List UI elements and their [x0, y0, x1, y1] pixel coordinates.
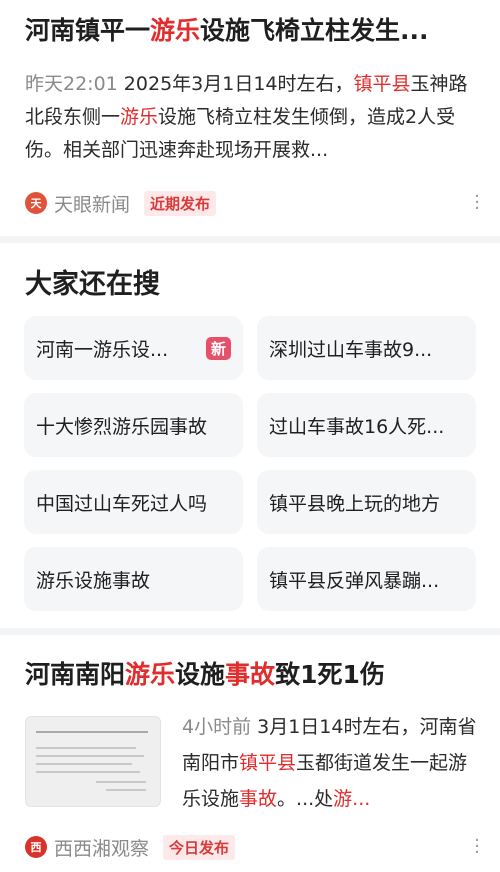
source-name[interactable]: 天眼新闻	[54, 190, 130, 217]
news-time: 4小时前	[182, 716, 252, 738]
related-search-item[interactable]: 过山车事故16人死...	[257, 393, 476, 457]
news-title[interactable]: 河南镇平一游乐设施飞椅立柱发生...	[25, 14, 480, 48]
news-source-row: 西 西西湘观察 今日发布 · · ·	[25, 832, 482, 862]
news-title[interactable]: 河南南阳游乐设施事故致1死1伤	[25, 658, 480, 692]
related-searches-card: 大家还在搜 河南一游乐设... 新 深圳过山车事故9... 十大惨烈游乐园事故 过…	[0, 243, 500, 628]
section-title: 大家还在搜	[25, 269, 160, 300]
more-options-icon[interactable]: · · ·	[472, 832, 482, 862]
news-card-1[interactable]: 河南镇平一游乐设施飞椅立柱发生... 昨天22:01 2025年3月1日14时左…	[0, 0, 500, 236]
related-searches-grid: 河南一游乐设... 新 深圳过山车事故9... 十大惨烈游乐园事故 过山车事故16…	[24, 316, 476, 611]
related-search-item[interactable]: 游乐设施事故	[24, 547, 243, 611]
publish-tag: 近期发布	[144, 190, 217, 216]
related-search-item[interactable]: 河南一游乐设... 新	[24, 316, 243, 380]
news-source-row: 天 天眼新闻 近期发布 · · ·	[25, 188, 482, 218]
more-options-icon[interactable]: · · ·	[472, 188, 482, 218]
related-search-item[interactable]: 镇平县晚上玩的地方	[257, 470, 476, 534]
related-search-item[interactable]: 中国过山车死过人吗	[24, 470, 243, 534]
news-thumbnail[interactable]	[25, 716, 161, 807]
news-snippet: 4小时前 3月1日14时左右，河南省南阳市镇平县玉都街道发生一起游乐设施事故。.…	[182, 716, 477, 810]
source-name[interactable]: 西西湘观察	[54, 834, 149, 861]
related-search-item[interactable]: 十大惨烈游乐园事故	[24, 393, 243, 457]
source-logo-icon: 西	[25, 836, 47, 858]
news-time: 昨天22:01	[25, 73, 118, 95]
related-search-item[interactable]: 镇平县反弹风暴蹦...	[257, 547, 476, 611]
news-card-2[interactable]: 河南南阳游乐设施事故致1死1伤 4小时前 3月1日14时左右，河南省南阳市镇平县…	[0, 635, 500, 872]
related-search-item[interactable]: 深圳过山车事故9...	[257, 316, 476, 380]
new-badge: 新	[205, 336, 231, 360]
source-logo-icon: 天	[25, 192, 47, 214]
publish-tag: 今日发布	[163, 834, 236, 860]
news-snippet: 昨天22:01 2025年3月1日14时左右，镇平县玉神路北段东侧一游乐设施飞椅…	[25, 73, 468, 161]
